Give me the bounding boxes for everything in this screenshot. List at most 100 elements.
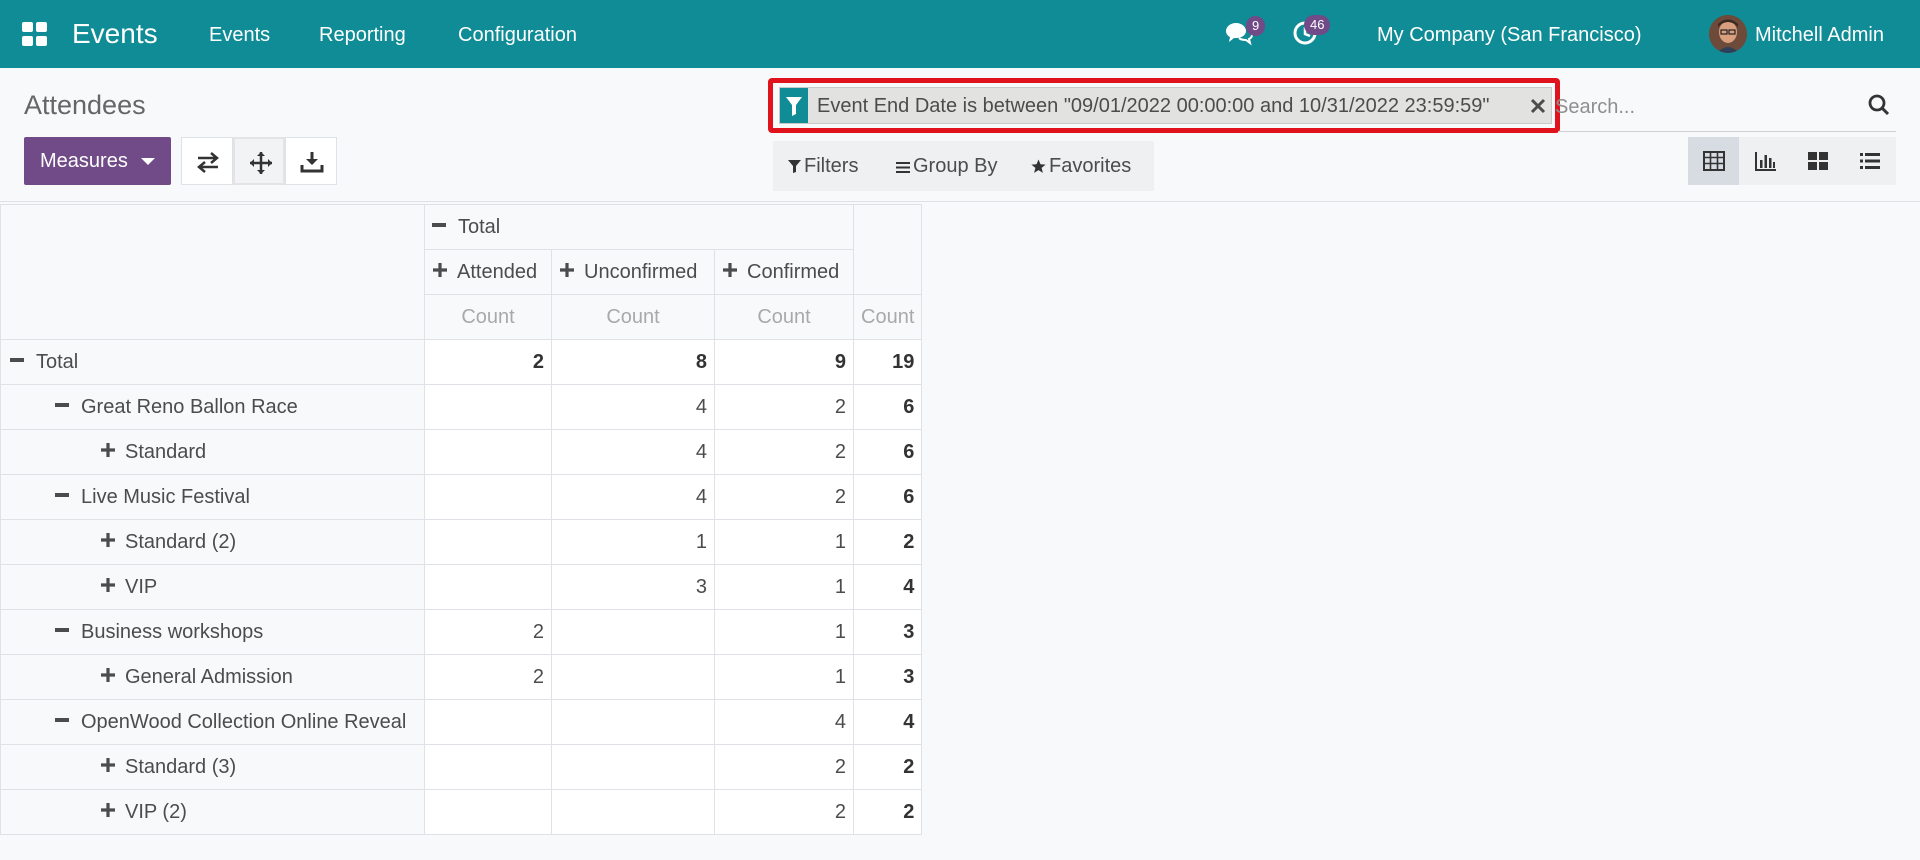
pivot-cell[interactable] bbox=[424, 474, 552, 520]
expand-icon[interactable] bbox=[100, 802, 116, 818]
pivot-total-cell[interactable]: 6 bbox=[852, 429, 923, 475]
expand-icon[interactable] bbox=[100, 757, 116, 773]
pivot-view-button[interactable] bbox=[1688, 137, 1739, 185]
pivot-cell[interactable]: 2 bbox=[714, 384, 854, 430]
pivot-total-cell[interactable]: 2 bbox=[852, 789, 923, 835]
expand-icon[interactable] bbox=[100, 577, 116, 593]
measure-header[interactable]: Count bbox=[551, 294, 715, 340]
measure-header[interactable]: Count bbox=[852, 294, 923, 340]
pivot-cell[interactable]: 2 bbox=[424, 609, 552, 655]
pivot-cell[interactable]: 9 bbox=[714, 339, 854, 385]
measure-header[interactable]: Count bbox=[714, 294, 854, 340]
menu-configuration[interactable]: Configuration bbox=[458, 23, 577, 47]
row-header[interactable]: VIP bbox=[0, 564, 425, 610]
list-view-button[interactable] bbox=[1844, 137, 1895, 185]
pivot-cell[interactable] bbox=[551, 744, 715, 790]
pivot-cell[interactable]: 4 bbox=[551, 429, 715, 475]
pivot-total-cell[interactable]: 2 bbox=[852, 744, 923, 790]
search-facet[interactable]: Event End Date is between "09/01/2022 00… bbox=[779, 87, 1552, 124]
company-switcher[interactable]: My Company (San Francisco) bbox=[1377, 23, 1642, 47]
pivot-total-cell[interactable]: 6 bbox=[852, 474, 923, 520]
collapse-icon[interactable] bbox=[55, 493, 69, 498]
pivot-cell[interactable] bbox=[424, 564, 552, 610]
pivot-cell[interactable] bbox=[424, 699, 552, 745]
pivot-cell[interactable]: 8 bbox=[551, 339, 715, 385]
search-icon[interactable] bbox=[1867, 93, 1891, 117]
user-menu[interactable]: Mitchell Admin bbox=[1755, 23, 1884, 47]
pivot-cell[interactable]: 1 bbox=[714, 564, 854, 610]
pivot-cell[interactable] bbox=[551, 654, 715, 700]
pivot-cell[interactable]: 2 bbox=[424, 339, 552, 385]
pivot-cell[interactable]: 4 bbox=[551, 384, 715, 430]
pivot-total-cell[interactable]: 4 bbox=[852, 564, 923, 610]
menu-events[interactable]: Events bbox=[209, 23, 270, 47]
pivot-cell[interactable] bbox=[551, 699, 715, 745]
pivot-total-cell[interactable]: 19 bbox=[852, 339, 923, 385]
collapse-icon[interactable] bbox=[432, 223, 446, 228]
measures-button[interactable]: Measures bbox=[24, 137, 171, 185]
pivot-cell[interactable] bbox=[424, 519, 552, 565]
expand-icon[interactable] bbox=[432, 262, 448, 278]
pivot-cell[interactable] bbox=[551, 609, 715, 655]
menu-reporting[interactable]: Reporting bbox=[319, 23, 406, 47]
pivot-cell[interactable]: 1 bbox=[551, 519, 715, 565]
group-by-dropdown[interactable]: Group By bbox=[896, 154, 997, 178]
collapse-icon[interactable] bbox=[55, 718, 69, 723]
apps-menu-icon[interactable] bbox=[22, 22, 48, 46]
pivot-total-cell[interactable]: 6 bbox=[852, 384, 923, 430]
measure-header[interactable]: Count bbox=[424, 294, 552, 340]
pivot-cell[interactable]: 1 bbox=[714, 519, 854, 565]
row-header[interactable]: OpenWood Collection Online Reveal bbox=[0, 699, 425, 745]
pivot-cell[interactable] bbox=[424, 384, 552, 430]
pivot-cell[interactable] bbox=[551, 789, 715, 835]
pivot-cell[interactable]: 2 bbox=[424, 654, 552, 700]
pivot-cell[interactable]: 2 bbox=[714, 789, 854, 835]
pivot-cell[interactable]: 4 bbox=[551, 474, 715, 520]
pivot-total-cell[interactable]: 2 bbox=[852, 519, 923, 565]
row-header[interactable]: Standard (3) bbox=[0, 744, 425, 790]
row-header[interactable]: Live Music Festival bbox=[0, 474, 425, 520]
pivot-total-cell[interactable]: 4 bbox=[852, 699, 923, 745]
expand-icon[interactable] bbox=[559, 262, 575, 278]
pivot-cell[interactable] bbox=[424, 429, 552, 475]
app-name[interactable]: Events bbox=[72, 17, 158, 51]
favorites-dropdown[interactable]: Favorites bbox=[1031, 154, 1131, 178]
expand-icon[interactable] bbox=[100, 532, 116, 548]
remove-facet-icon[interactable] bbox=[1529, 97, 1547, 115]
collapse-icon[interactable] bbox=[55, 403, 69, 408]
row-header[interactable]: Business workshops bbox=[0, 609, 425, 655]
column-header-unconfirmed[interactable]: Unconfirmed bbox=[551, 249, 715, 295]
pivot-total-cell[interactable]: 3 bbox=[852, 609, 923, 655]
download-button[interactable] bbox=[285, 137, 337, 185]
row-header[interactable]: Great Reno Ballon Race bbox=[0, 384, 425, 430]
pivot-cell[interactable]: 2 bbox=[714, 744, 854, 790]
search-input[interactable] bbox=[1555, 92, 1855, 122]
expand-icon[interactable] bbox=[722, 262, 738, 278]
expand-icon[interactable] bbox=[100, 667, 116, 683]
pivot-cell[interactable]: 2 bbox=[714, 429, 854, 475]
row-header[interactable]: Total bbox=[0, 339, 425, 385]
collapse-icon[interactable] bbox=[55, 628, 69, 633]
column-header-confirmed[interactable]: Confirmed bbox=[714, 249, 854, 295]
pivot-cell[interactable]: 1 bbox=[714, 654, 854, 700]
column-header-total[interactable]: Total bbox=[424, 204, 854, 250]
filters-dropdown[interactable]: Filters bbox=[788, 154, 858, 178]
row-header[interactable]: General Admission bbox=[0, 654, 425, 700]
pivot-cell[interactable]: 4 bbox=[714, 699, 854, 745]
pivot-cell[interactable] bbox=[424, 744, 552, 790]
pivot-cell[interactable] bbox=[424, 789, 552, 835]
row-header[interactable]: Standard bbox=[0, 429, 425, 475]
row-header[interactable]: Standard (2) bbox=[0, 519, 425, 565]
expand-icon[interactable] bbox=[100, 442, 116, 458]
pivot-cell[interactable]: 1 bbox=[714, 609, 854, 655]
kanban-view-button[interactable] bbox=[1792, 137, 1843, 185]
graph-view-button[interactable] bbox=[1740, 137, 1791, 185]
pivot-cell[interactable]: 3 bbox=[551, 564, 715, 610]
expand-all-button[interactable] bbox=[233, 137, 285, 185]
row-header[interactable]: VIP (2) bbox=[0, 789, 425, 835]
pivot-total-cell[interactable]: 3 bbox=[852, 654, 923, 700]
column-header-attended[interactable]: Attended bbox=[424, 249, 552, 295]
collapse-icon[interactable] bbox=[10, 358, 24, 363]
user-avatar[interactable] bbox=[1709, 15, 1747, 53]
flip-axis-button[interactable] bbox=[181, 137, 233, 185]
